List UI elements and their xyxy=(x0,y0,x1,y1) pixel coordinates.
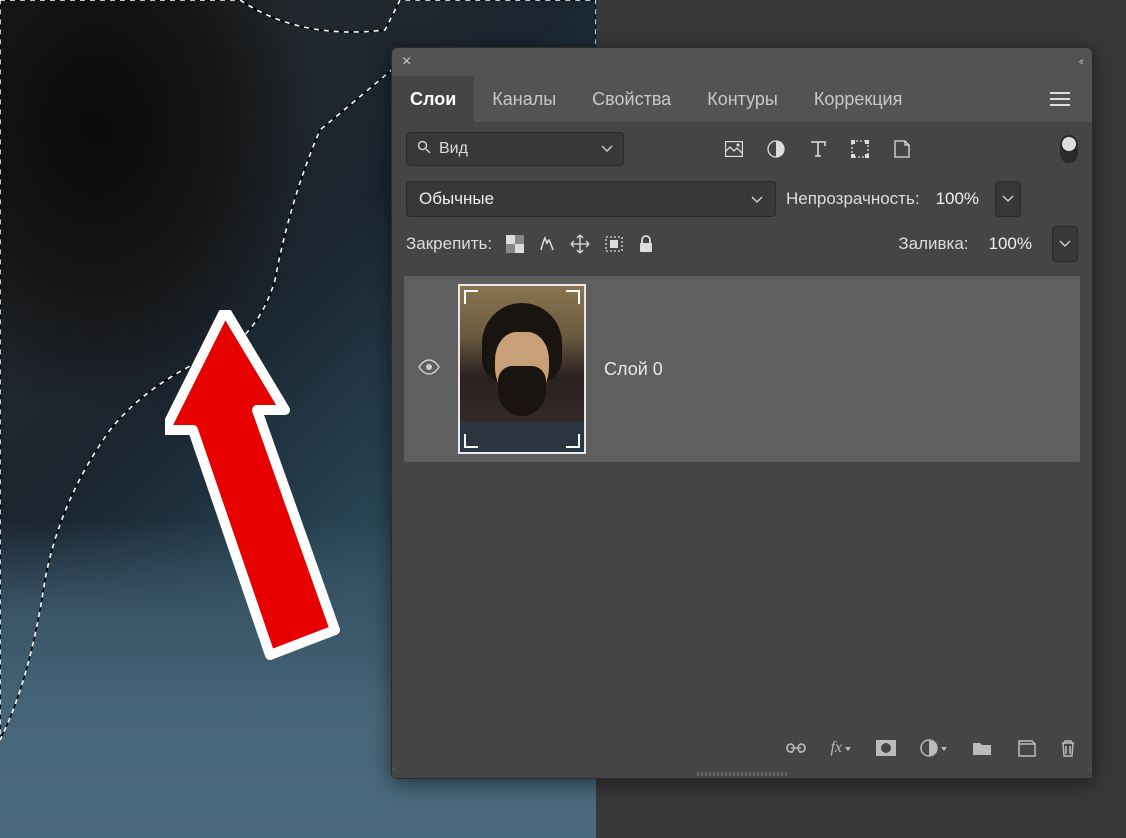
fill-label: Заливка: xyxy=(898,234,968,254)
layer-item[interactable]: Слой 0 xyxy=(404,276,1080,462)
filter-smartobject-icon[interactable] xyxy=(892,139,912,159)
panel-resize-grip[interactable] xyxy=(392,770,1092,778)
layer-filter-row: Вид xyxy=(392,122,1092,176)
lock-label: Закрепить: xyxy=(406,234,492,254)
layer-name[interactable]: Слой 0 xyxy=(604,359,663,380)
chevron-down-icon xyxy=(601,140,613,158)
panel-menu-icon[interactable] xyxy=(1036,92,1084,106)
lock-position-icon[interactable] xyxy=(570,234,590,254)
layers-list[interactable]: Слой 0 xyxy=(392,266,1092,726)
panel-titlebar[interactable]: × ‹‹ xyxy=(392,48,1092,76)
filter-type-icon[interactable] xyxy=(808,139,828,159)
blend-mode-value: Обычные xyxy=(419,189,494,209)
annotation-arrow xyxy=(165,310,405,680)
layer-mask-icon[interactable] xyxy=(876,740,896,756)
chevron-down-icon xyxy=(751,189,763,209)
fill-value[interactable]: 100% xyxy=(983,234,1038,254)
filter-kind-select[interactable]: Вид xyxy=(406,132,624,166)
collapse-icon[interactable]: ‹‹ xyxy=(1079,56,1082,68)
layers-bottom-bar: fx xyxy=(392,726,1092,770)
group-icon[interactable] xyxy=(972,740,992,756)
filter-pixel-icon[interactable] xyxy=(724,139,744,159)
opacity-dropdown[interactable] xyxy=(995,181,1021,217)
filter-toggle[interactable] xyxy=(1060,135,1078,163)
lock-transparent-icon[interactable] xyxy=(506,235,524,253)
tab-layers[interactable]: Слои xyxy=(392,76,474,122)
adjustment-layer-icon[interactable] xyxy=(920,739,948,757)
layers-panel: × ‹‹ Слои Каналы Свойства Контуры Коррек… xyxy=(391,47,1093,779)
opacity-label: Непрозрачность: xyxy=(786,189,920,209)
tab-adjustments[interactable]: Коррекция xyxy=(796,76,921,122)
close-icon[interactable]: × xyxy=(402,53,411,71)
lock-row: Закрепить: Заливка: 100% xyxy=(392,222,1092,266)
filter-kind-label: Вид xyxy=(439,140,468,158)
layer-thumbnail[interactable] xyxy=(458,284,586,454)
blend-mode-select[interactable]: Обычные xyxy=(406,181,776,217)
tab-paths[interactable]: Контуры xyxy=(689,76,796,122)
new-layer-icon[interactable] xyxy=(1016,739,1036,757)
panel-tabs: Слои Каналы Свойства Контуры Коррекция xyxy=(392,76,1092,122)
lock-all-icon[interactable] xyxy=(638,235,654,253)
search-icon xyxy=(417,140,431,159)
tab-properties[interactable]: Свойства xyxy=(574,76,689,122)
link-layers-icon[interactable] xyxy=(786,742,806,754)
filter-shape-icon[interactable] xyxy=(850,139,870,159)
tab-channels[interactable]: Каналы xyxy=(474,76,574,122)
lock-artboard-icon[interactable] xyxy=(604,235,624,253)
delete-layer-icon[interactable] xyxy=(1060,739,1076,757)
visibility-icon[interactable] xyxy=(418,359,440,380)
opacity-value[interactable]: 100% xyxy=(930,189,985,209)
layer-effects-icon[interactable]: fx xyxy=(830,739,852,757)
lock-image-icon[interactable] xyxy=(538,235,556,253)
fill-dropdown[interactable] xyxy=(1052,226,1078,262)
blend-mode-row: Обычные Непрозрачность: 100% xyxy=(392,176,1092,222)
filter-adjustment-icon[interactable] xyxy=(766,139,786,159)
